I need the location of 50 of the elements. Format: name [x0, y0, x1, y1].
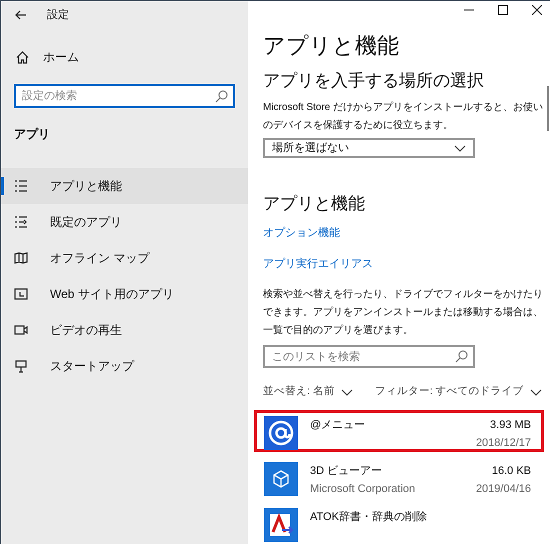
app-name: 3D ビューアー: [310, 464, 382, 479]
app-list-item[interactable]: ATOK辞書・辞典の削除: [254, 502, 544, 544]
app-name: ATOK辞書・辞典の削除: [310, 510, 427, 525]
sort-dropdown[interactable]: 並べ替え: 名前: [263, 384, 353, 400]
app-size: 16.0 KB: [492, 464, 531, 479]
back-button[interactable]: [15, 10, 27, 20]
home-link[interactable]: ホーム: [1, 45, 248, 69]
search-icon: [455, 350, 468, 364]
cube-app-icon: [264, 462, 298, 496]
nav-item[interactable]: スタートアップ: [1, 348, 248, 384]
app-name: @メニュー: [310, 418, 366, 433]
maximize-icon[interactable]: [498, 5, 508, 16]
chevron-down-icon: [454, 144, 466, 152]
nav-item[interactable]: Web サイト用のアプリ: [1, 276, 248, 312]
filter-dropdown[interactable]: フィルター: すべてのドライブ: [374, 384, 542, 400]
map-icon: [14, 252, 28, 264]
link[interactable]: オプション機能: [263, 225, 340, 242]
at-sign-app-icon: [264, 416, 298, 450]
section-heading: アプリと機能: [263, 193, 366, 216]
window-link-icon: [14, 288, 28, 300]
app-size: 3.93 MB: [490, 418, 531, 433]
chevron-down-icon: [530, 388, 542, 396]
nav-item[interactable]: アプリと機能: [1, 168, 248, 204]
app-publisher: Microsoft Corporation: [310, 482, 416, 497]
list-arrow-icon: [14, 216, 28, 228]
window-title: 設定: [47, 8, 69, 23]
section-heading: アプリ: [13, 126, 51, 143]
description-text: 検索や並べ替えを行ったり、ドライブでフィルターをかけたりできます。アプリをアンインストールまたは移動する場合は、一覧で目的のアプリを選びます。: [263, 288, 544, 338]
section-heading: アプリを入手する場所の選択: [263, 70, 485, 92]
app-date: 2018/12/17: [476, 436, 531, 451]
close-icon[interactable]: [532, 5, 542, 16]
page-title: アプリと機能: [263, 32, 400, 60]
search-field[interactable]: 設定の検索: [14, 84, 235, 108]
video-camera-icon: [14, 325, 28, 335]
startup-icon: [15, 360, 27, 372]
search-icon: [215, 90, 228, 102]
list-icon: [14, 180, 28, 192]
list-search-field[interactable]: このリストを検索: [263, 345, 475, 368]
chevron-down-icon: [340, 388, 353, 396]
app-date: 2019/04/16: [476, 482, 531, 497]
nav-item[interactable]: ビデオの再生: [1, 312, 248, 348]
location-dropdown[interactable]: 場所を選ばない: [263, 138, 475, 158]
app-list-item[interactable]: 3D ビューアー Microsoft Corporation 16.0 KB 2019/04/16: [254, 456, 544, 498]
nav-item[interactable]: 既定のアプリ: [1, 204, 248, 240]
link[interactable]: アプリ実行エイリアス: [263, 256, 373, 272]
home-icon: [16, 50, 29, 64]
description-text: Microsoft Store だけからアプリをインストールすると、お使いのデバイスを保護するために役立ちます。: [263, 100, 544, 133]
nav-item[interactable]: オフライン マップ: [1, 240, 248, 276]
app-list-item[interactable]: @メニュー 3.93 MB 2018/12/17: [254, 410, 544, 452]
back-arrow-icon: [15, 10, 27, 20]
